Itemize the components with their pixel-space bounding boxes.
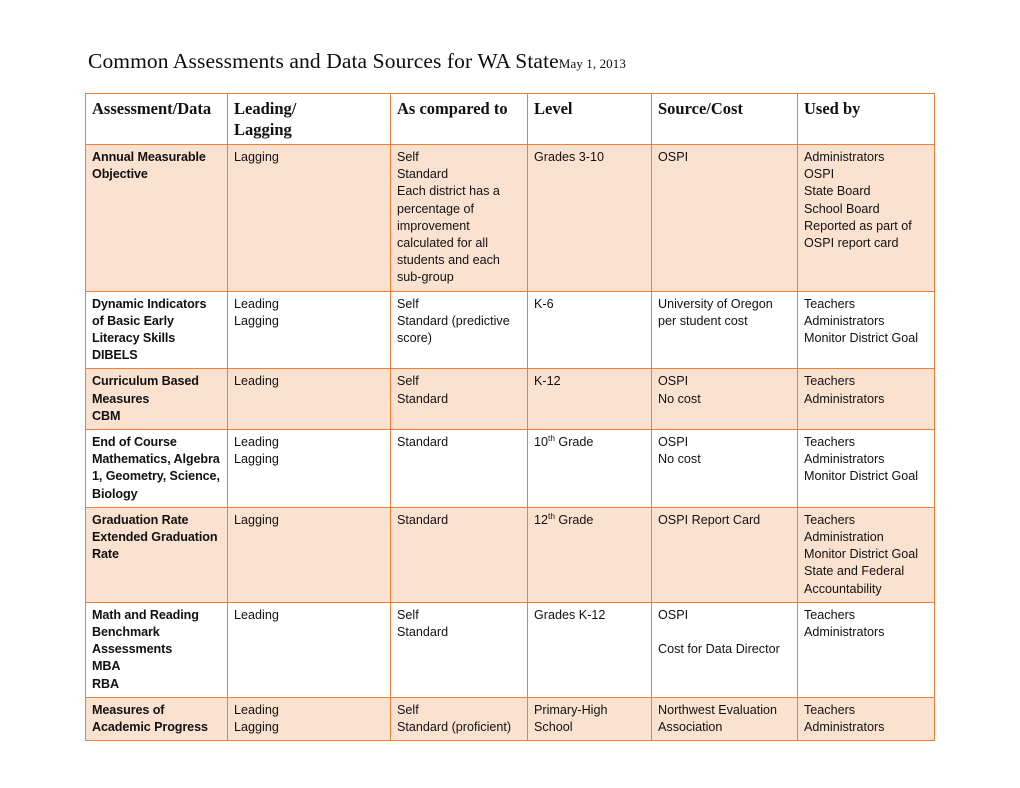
cell-as-compared-to: Self Standard (predictive score) xyxy=(390,290,528,370)
cell-leading-lagging: Leading Lagging xyxy=(227,429,391,508)
cell-used-by: Teachers Administration Monitor District G… xyxy=(797,506,935,603)
document-page: Common Assessments and Data Sources for … xyxy=(0,0,1020,788)
cell-source-cost: OSPI Report Card xyxy=(651,506,798,603)
cell-leading-lagging: Lagging xyxy=(227,506,391,603)
cell-level: K-12 xyxy=(527,368,652,431)
assessments-table: Assessment/Data Leading/ Lagging As compar… xyxy=(85,93,935,742)
cell-as-compared-to: Self Standard (proficient) xyxy=(390,696,528,742)
cell-leading-lagging: Leading xyxy=(227,601,391,698)
cell-assessment: Graduation Rate Extended Graduation Rate xyxy=(85,506,228,603)
header-source-cost: Source/Cost xyxy=(651,93,798,145)
cell-as-compared-to: Self Standard xyxy=(390,601,528,698)
ordinal-suffix: th xyxy=(548,432,555,443)
page-title-text: Common Assessments and Data Sources for … xyxy=(88,49,559,73)
cell-level: 12th Grade xyxy=(527,506,652,603)
table-row: Curriculum Based Measures CBM Leading Self S… xyxy=(85,368,935,431)
page-title-date: May 1, 2013 xyxy=(558,56,626,71)
assessments-table-body: Assessment/Data Leading/ Lagging As compar… xyxy=(85,93,935,742)
cell-assessment: End of Course Mathematics, Algebra 1, Ge… xyxy=(85,429,228,508)
table-row: End of Course Mathematics, Algebra 1, Ge… xyxy=(85,429,935,508)
table-row: Annual Measurable Objective Lagging Self St… xyxy=(85,144,935,292)
cell-leading-lagging: Leading Lagging xyxy=(227,290,391,370)
cell-level: Primary-High School xyxy=(527,696,652,742)
cell-as-compared-to: Standard xyxy=(390,506,528,603)
cell-used-by: Teachers Administrators xyxy=(797,696,935,742)
cell-assessment: Curriculum Based Measures CBM xyxy=(85,368,228,431)
cell-leading-lagging: Leading xyxy=(227,368,391,431)
cell-source-cost: Northwest Evaluation Association xyxy=(651,696,798,742)
table-row: Dynamic Indicators of Basic Early Litera… xyxy=(85,290,935,370)
cell-assessment: Dynamic Indicators of Basic Early Litera… xyxy=(85,290,228,370)
cell-leading-lagging: Leading Lagging xyxy=(227,696,391,742)
header-leading-lagging: Leading/ Lagging xyxy=(227,93,391,145)
cell-as-compared-to: Self Standard Each district has a percenta… xyxy=(390,144,528,292)
header-assessment-data: Assessment/Data xyxy=(85,93,228,145)
header-used-by: Used by xyxy=(797,93,935,145)
cell-used-by: Teachers Administrators xyxy=(797,601,935,698)
cell-source-cost: OSPI No cost xyxy=(651,368,798,431)
cell-level: Grades K-12 xyxy=(527,601,652,698)
cell-used-by: Teachers Administrators Monitor District G… xyxy=(797,429,935,508)
cell-level: Grades 3-10 xyxy=(527,144,652,292)
page-title: Common Assessments and Data Sources for … xyxy=(88,48,626,77)
cell-as-compared-to: Self Standard xyxy=(390,368,528,431)
cell-source-cost: OSPI Cost for Data Director xyxy=(651,601,798,698)
cell-leading-lagging: Lagging xyxy=(227,144,391,292)
cell-assessment: Annual Measurable Objective xyxy=(85,144,228,292)
cell-source-cost: OSPI xyxy=(651,144,798,292)
cell-used-by: Teachers Administrators Monitor District G… xyxy=(797,290,935,370)
cell-assessment: Math and Reading Benchmark Assessments MB… xyxy=(85,601,228,698)
header-level: Level xyxy=(527,93,652,145)
table-row: Math and Reading Benchmark Assessments MB… xyxy=(85,601,935,698)
cell-assessment: Measures of Academic Progress xyxy=(85,696,228,742)
cell-as-compared-to: Standard xyxy=(390,429,528,508)
ordinal-suffix: th xyxy=(548,510,555,521)
cell-used-by: Administrators OSPI State Board School Boar… xyxy=(797,144,935,292)
table-row: Graduation Rate Extended Graduation Rate… xyxy=(85,506,935,603)
cell-source-cost: University of Oregon per student cost xyxy=(651,290,798,370)
cell-used-by: Teachers Administrators xyxy=(797,368,935,431)
header-as-compared-to: As compared to xyxy=(390,93,528,145)
table-row: Measures of Academic Progress Leading Lagg… xyxy=(85,696,935,742)
cell-level: 10th Grade xyxy=(527,429,652,508)
cell-level: K-6 xyxy=(527,290,652,370)
table-header-row: Assessment/Data Leading/ Lagging As compar… xyxy=(85,93,935,145)
cell-source-cost: OSPI No cost xyxy=(651,429,798,508)
